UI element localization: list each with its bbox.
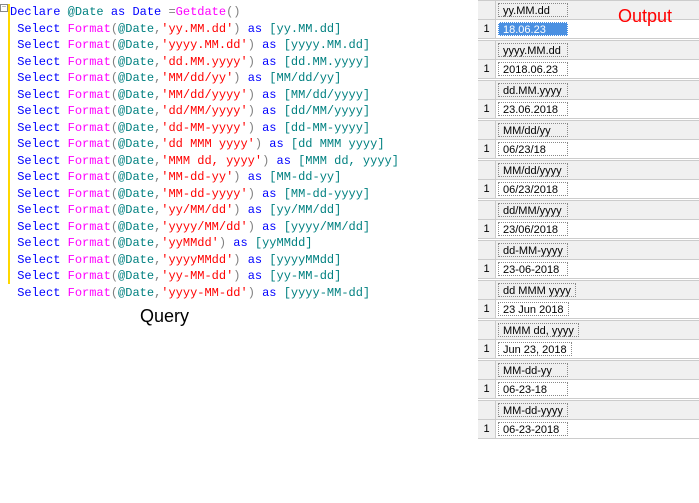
row-number: 1: [478, 20, 496, 38]
change-marker: [8, 4, 10, 284]
result-grid[interactable]: yyyy.MM.dd12018.06.23: [478, 40, 699, 79]
column-header[interactable]: yyyy.MM.dd: [498, 43, 568, 57]
cell-value[interactable]: 18.06.23: [498, 22, 568, 36]
table-row[interactable]: 12018.06.23: [478, 60, 699, 78]
cell-value[interactable]: 2018.06.23: [498, 62, 568, 76]
result-header-row: dd-MM-yyyy: [478, 241, 699, 260]
cell-value[interactable]: Jun 23, 2018: [498, 342, 572, 356]
result-grid[interactable]: MM/dd/yyyy106/23/2018: [478, 160, 699, 199]
column-header[interactable]: MM-dd-yy: [498, 363, 568, 377]
cell-value[interactable]: 06-23-18: [498, 382, 568, 396]
result-grid[interactable]: MM/dd/yy106/23/18: [478, 120, 699, 159]
row-gutter: [478, 41, 496, 59]
row-gutter: [478, 361, 496, 379]
collapse-icon[interactable]: −: [0, 4, 8, 12]
row-number: 1: [478, 420, 496, 438]
result-header-row: MM-dd-yyyy: [478, 401, 699, 420]
result-header-row: MM/dd/yyyy: [478, 161, 699, 180]
row-gutter: [478, 201, 496, 219]
result-grid[interactable]: MM-dd-yyyy106-23-2018: [478, 400, 699, 439]
row-gutter: [478, 81, 496, 99]
cell-value[interactable]: 23 Jun 2018: [498, 302, 569, 316]
column-header[interactable]: dd-MM-yyyy: [498, 243, 568, 257]
row-number: 1: [478, 100, 496, 118]
cell-value[interactable]: 23.06.2018: [498, 102, 568, 116]
results-pane: yy.MM.dd118.06.23yyyy.MM.dd12018.06.23dd…: [478, 0, 699, 503]
result-header-row: dd/MM/yyyy: [478, 201, 699, 220]
row-number: 1: [478, 140, 496, 158]
row-gutter: [478, 121, 496, 139]
row-number: 1: [478, 60, 496, 78]
table-row[interactable]: 123 Jun 2018: [478, 300, 699, 318]
query-label: Query: [140, 306, 189, 327]
result-header-row: dd MMM yyyy: [478, 281, 699, 300]
column-header[interactable]: dd.MM.yyyy: [498, 83, 568, 97]
table-row[interactable]: 123-06-2018: [478, 260, 699, 278]
cell-value[interactable]: 23/06/2018: [498, 222, 568, 236]
column-header[interactable]: MM-dd-yyyy: [498, 403, 568, 417]
table-row[interactable]: 106-23-2018: [478, 420, 699, 438]
cell-value[interactable]: 06-23-2018: [498, 422, 568, 436]
row-gutter: [478, 1, 496, 19]
row-number: 1: [478, 220, 496, 238]
row-number: 1: [478, 300, 496, 318]
row-number: 1: [478, 180, 496, 198]
table-row[interactable]: 123.06.2018: [478, 100, 699, 118]
result-grid[interactable]: dd-MM-yyyy123-06-2018: [478, 240, 699, 279]
row-gutter: [478, 161, 496, 179]
result-grid[interactable]: dd/MM/yyyy123/06/2018: [478, 200, 699, 239]
cell-value[interactable]: 06/23/2018: [498, 182, 568, 196]
table-row[interactable]: 106/23/2018: [478, 180, 699, 198]
column-header[interactable]: dd MMM yyyy: [498, 283, 576, 297]
row-gutter: [478, 401, 496, 419]
code-text[interactable]: Declare @Date as Date =Getdate() Select …: [10, 4, 478, 301]
cell-value[interactable]: 06/23/18: [498, 142, 568, 156]
result-grid[interactable]: dd.MM.yyyy123.06.2018: [478, 80, 699, 119]
column-header[interactable]: MMM dd, yyyy: [498, 323, 579, 337]
row-number: 1: [478, 380, 496, 398]
table-row[interactable]: 1Jun 23, 2018: [478, 340, 699, 358]
row-gutter: [478, 281, 496, 299]
column-header[interactable]: yy.MM.dd: [498, 3, 568, 17]
result-header-row: MMM dd, yyyy: [478, 321, 699, 340]
row-number: 1: [478, 260, 496, 278]
result-grid[interactable]: MM-dd-yy106-23-18: [478, 360, 699, 399]
column-header[interactable]: dd/MM/yyyy: [498, 203, 568, 217]
code-editor[interactable]: − Declare @Date as Date =Getdate() Selec…: [0, 0, 478, 503]
result-header-row: MM/dd/yy: [478, 121, 699, 140]
table-row[interactable]: 123/06/2018: [478, 220, 699, 238]
row-gutter: [478, 241, 496, 259]
row-number: 1: [478, 340, 496, 358]
table-row[interactable]: 106-23-18: [478, 380, 699, 398]
row-gutter: [478, 321, 496, 339]
column-header[interactable]: MM/dd/yy: [498, 123, 568, 137]
result-header-row: yyyy.MM.dd: [478, 41, 699, 60]
result-header-row: MM-dd-yy: [478, 361, 699, 380]
result-grid[interactable]: MMM dd, yyyy1Jun 23, 2018: [478, 320, 699, 359]
column-header[interactable]: MM/dd/yyyy: [498, 163, 568, 177]
output-label: Output: [618, 6, 672, 27]
result-grid[interactable]: dd MMM yyyy123 Jun 2018: [478, 280, 699, 319]
result-header-row: dd.MM.yyyy: [478, 81, 699, 100]
table-row[interactable]: 106/23/18: [478, 140, 699, 158]
cell-value[interactable]: 23-06-2018: [498, 262, 568, 276]
